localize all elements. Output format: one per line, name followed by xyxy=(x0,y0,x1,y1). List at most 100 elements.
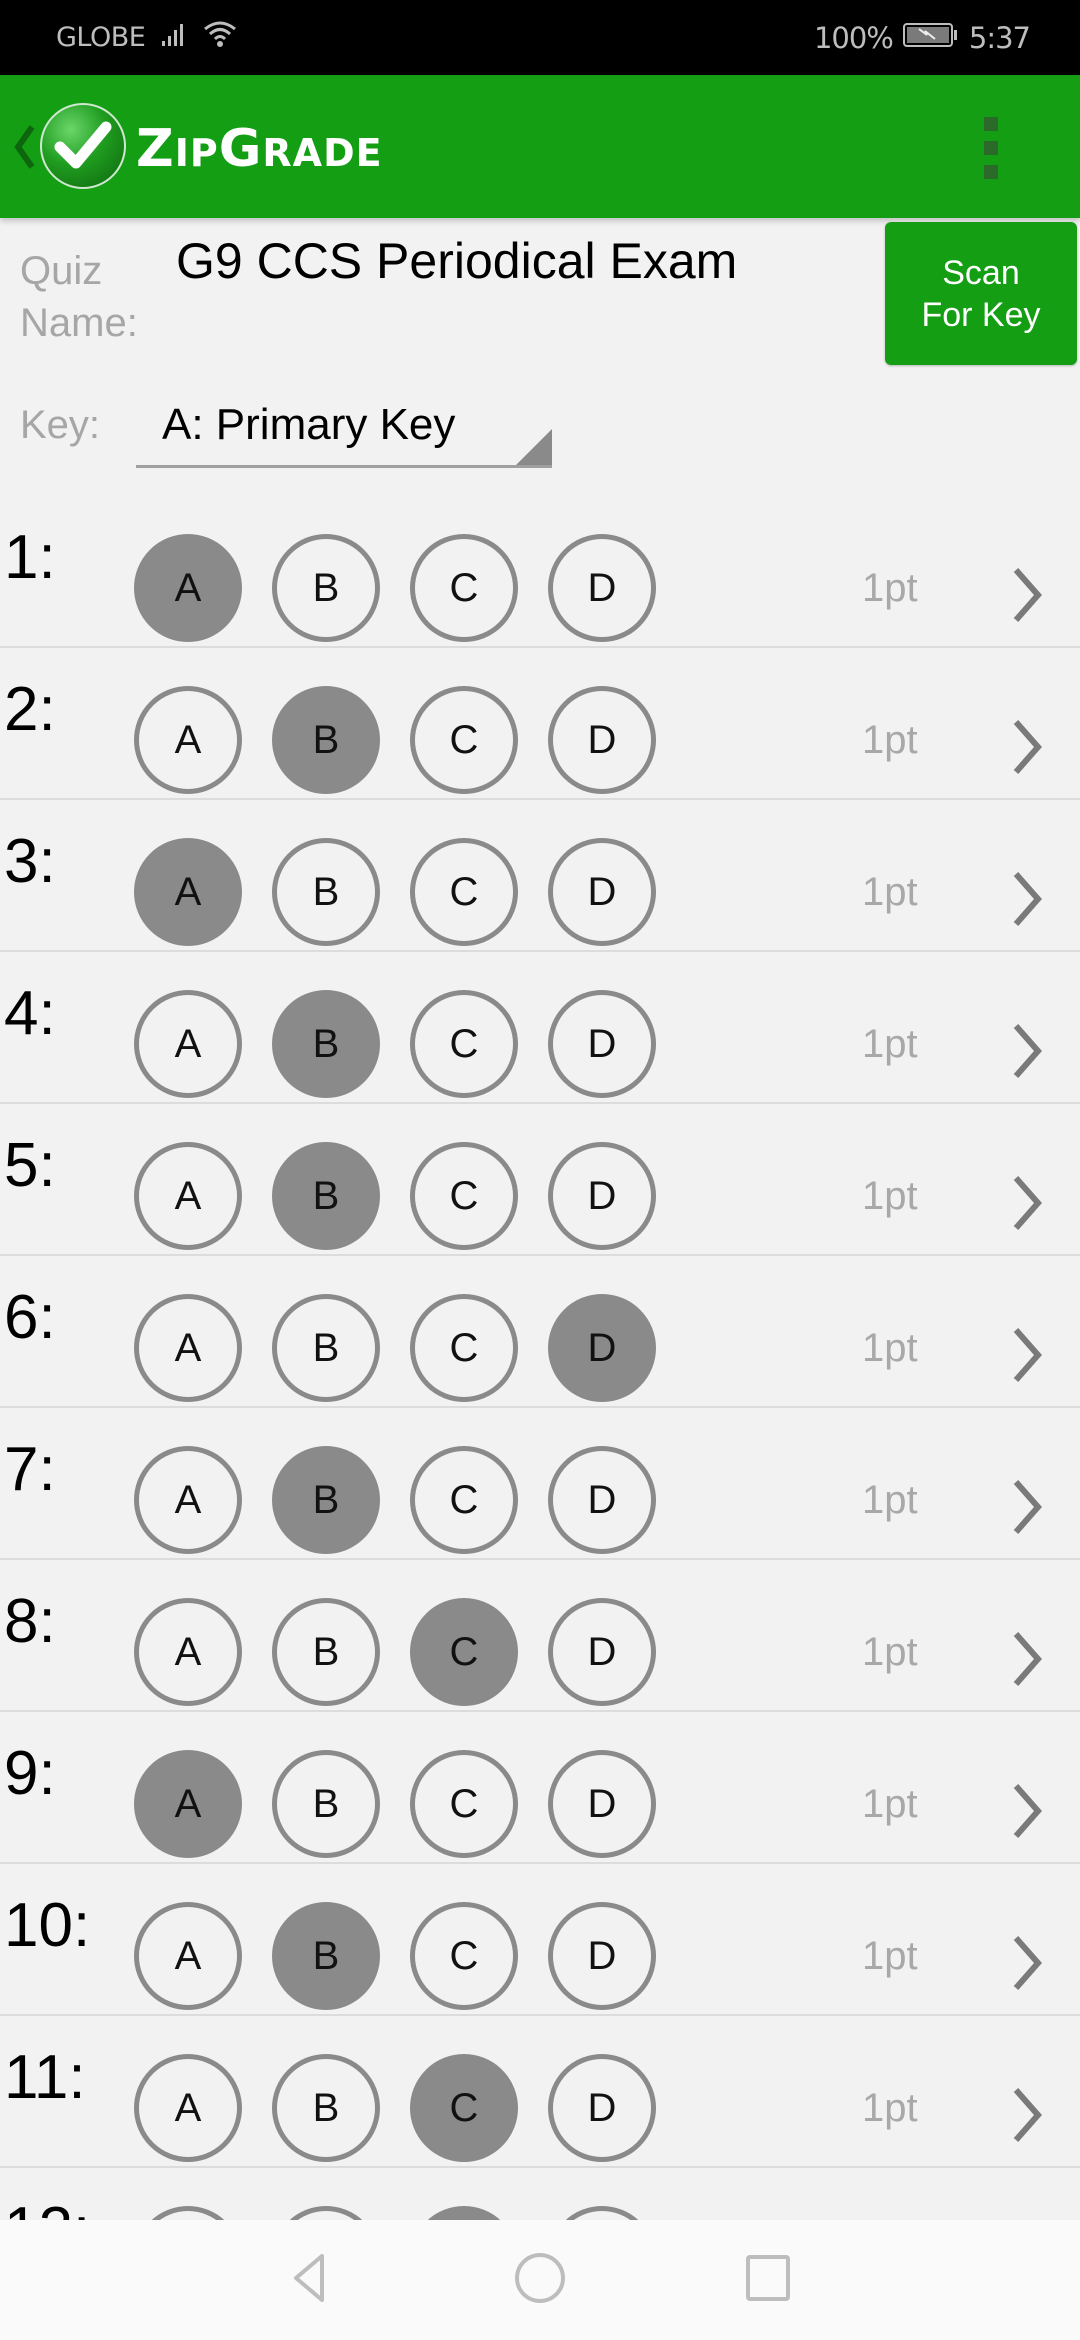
answer-bubble-a[interactable]: A xyxy=(134,534,242,642)
answer-bubble-c[interactable]: C xyxy=(410,686,518,794)
nav-recents-icon[interactable] xyxy=(738,2248,798,2308)
scan-for-key-button[interactable]: Scan For Key xyxy=(885,222,1077,365)
answer-bubble-c[interactable]: C xyxy=(410,1902,518,2010)
answer-bubble-b[interactable]: B xyxy=(272,1142,380,1250)
question-row[interactable]: 8: A B C D 1pt xyxy=(0,1560,1080,1712)
chevron-right-icon[interactable] xyxy=(1010,1022,1044,1080)
key-label: Key: xyxy=(20,403,101,447)
points-value: 1pt xyxy=(862,870,918,914)
back-chevron-icon[interactable] xyxy=(12,123,36,171)
chevron-right-icon[interactable] xyxy=(1010,1782,1044,1840)
points-value: 1pt xyxy=(862,718,918,762)
answer-bubble-c[interactable]: C xyxy=(410,1446,518,1554)
answer-bubble-a[interactable]: A xyxy=(134,1598,242,1706)
question-row[interactable]: 4: A B C D 1pt xyxy=(0,952,1080,1104)
answer-bubble-d[interactable]: D xyxy=(548,990,656,1098)
answer-bubble-a[interactable]: A xyxy=(134,1142,242,1250)
answer-bubble-d[interactable]: D xyxy=(548,1142,656,1250)
answer-bubble-b[interactable]: B xyxy=(272,990,380,1098)
points-value: 1pt xyxy=(862,566,918,610)
answer-bubble-b[interactable]: B xyxy=(272,838,380,946)
question-row[interactable]: 6: A B C D 1pt xyxy=(0,1256,1080,1408)
chevron-right-icon[interactable] xyxy=(1010,1478,1044,1536)
key-dropdown[interactable]: A: Primary Key xyxy=(136,390,552,468)
answer-bubble-d[interactable]: D xyxy=(548,1446,656,1554)
chevron-right-icon[interactable] xyxy=(1010,718,1044,776)
answer-bubble-d[interactable]: D xyxy=(548,2054,656,2162)
points-value: 1pt xyxy=(862,1174,918,1218)
answer-bubble-c[interactable]: C xyxy=(410,2054,518,2162)
question-row[interactable]: 10: A B C D 1pt xyxy=(0,1864,1080,2016)
answer-bubble-b[interactable]: B xyxy=(272,1294,380,1402)
question-number: 11: xyxy=(4,2043,86,2112)
chevron-right-icon[interactable] xyxy=(1010,1326,1044,1384)
overflow-menu-icon[interactable] xyxy=(984,117,1004,179)
carrier-name: GLOBE xyxy=(56,22,146,53)
answer-bubble-a[interactable]: A xyxy=(134,1750,242,1858)
question-number: 4: xyxy=(4,979,56,1048)
question-number: 6: xyxy=(4,1283,56,1352)
answer-bubble-b[interactable]: B xyxy=(272,1598,380,1706)
answer-bubble-d[interactable]: D xyxy=(548,686,656,794)
answer-bubble-a[interactable]: A xyxy=(134,1902,242,2010)
chevron-right-icon[interactable] xyxy=(1010,1630,1044,1688)
answer-bubble-c[interactable]: C xyxy=(410,1142,518,1250)
signal-icon xyxy=(161,21,187,54)
answer-bubble-c[interactable]: C xyxy=(410,1750,518,1858)
wifi-icon xyxy=(203,19,237,56)
question-number: 3: xyxy=(4,827,56,896)
answer-bubble-a[interactable]: A xyxy=(134,686,242,794)
answer-bubble-d[interactable]: D xyxy=(548,1750,656,1858)
navigation-bar xyxy=(0,2220,1080,2340)
chevron-right-icon[interactable] xyxy=(1010,1174,1044,1232)
answer-bubble-a[interactable]: A xyxy=(134,1294,242,1402)
answer-bubble-a[interactable]: A xyxy=(134,990,242,1098)
points-value: 1pt xyxy=(862,1478,918,1522)
status-bar: GLOBE 100% 5:37 xyxy=(0,0,1080,75)
points-value: 1pt xyxy=(862,2086,918,2130)
answer-bubble-d[interactable]: D xyxy=(548,1598,656,1706)
question-number: 10: xyxy=(4,1891,91,1960)
answer-bubble-a[interactable]: A xyxy=(134,2054,242,2162)
answer-bubble-b[interactable]: B xyxy=(272,686,380,794)
answer-bubble-b[interactable]: B xyxy=(272,1446,380,1554)
zipgrade-logo-icon xyxy=(40,103,126,189)
answer-bubble-b[interactable]: B xyxy=(272,2054,380,2162)
question-row[interactable]: 5: A B C D 1pt xyxy=(0,1104,1080,1256)
answer-bubble-c[interactable]: C xyxy=(410,1598,518,1706)
answer-bubble-b[interactable]: B xyxy=(272,534,380,642)
answer-bubble-a[interactable]: A xyxy=(134,838,242,946)
answer-bubble-d[interactable]: D xyxy=(548,534,656,642)
app-title: ZIPGRADE xyxy=(136,119,383,179)
question-row[interactable]: 9: A B C D 1pt xyxy=(0,1712,1080,1864)
question-row[interactable]: 11: A B C D 1pt xyxy=(0,2016,1080,2168)
answer-bubble-a[interactable]: A xyxy=(134,1446,242,1554)
answer-bubble-d[interactable]: D xyxy=(548,1902,656,2010)
question-row[interactable]: 2: A B C D 1pt xyxy=(0,648,1080,800)
answer-bubble-c[interactable]: C xyxy=(410,534,518,642)
app-bar: ZIPGRADE xyxy=(0,75,1080,218)
nav-home-icon[interactable] xyxy=(510,2248,570,2308)
question-number: 1: xyxy=(4,523,56,592)
clock: 5:37 xyxy=(968,20,1031,55)
answer-bubble-c[interactable]: C xyxy=(410,1294,518,1402)
chevron-right-icon[interactable] xyxy=(1010,1934,1044,1992)
dropdown-arrow-icon xyxy=(516,429,552,465)
question-row[interactable]: 1: A B C D 1pt xyxy=(0,496,1080,648)
answer-bubble-d[interactable]: D xyxy=(548,1294,656,1402)
question-number: 7: xyxy=(4,1435,56,1504)
question-number: 9: xyxy=(4,1739,56,1808)
answer-bubble-c[interactable]: C xyxy=(410,990,518,1098)
answer-bubble-b[interactable]: B xyxy=(272,1902,380,2010)
nav-back-icon[interactable] xyxy=(280,2248,340,2308)
question-row[interactable]: 3: A B C D 1pt xyxy=(0,800,1080,952)
chevron-right-icon[interactable] xyxy=(1010,2086,1044,2144)
chevron-right-icon[interactable] xyxy=(1010,566,1044,624)
quiz-name-field[interactable]: G9 CCS Periodical Exam xyxy=(176,232,737,290)
answer-bubble-d[interactable]: D xyxy=(548,838,656,946)
chevron-right-icon[interactable] xyxy=(1010,870,1044,928)
question-row[interactable]: 7: A B C D 1pt xyxy=(0,1408,1080,1560)
key-selected-value: A: Primary Key xyxy=(162,400,456,449)
answer-bubble-c[interactable]: C xyxy=(410,838,518,946)
answer-bubble-b[interactable]: B xyxy=(272,1750,380,1858)
